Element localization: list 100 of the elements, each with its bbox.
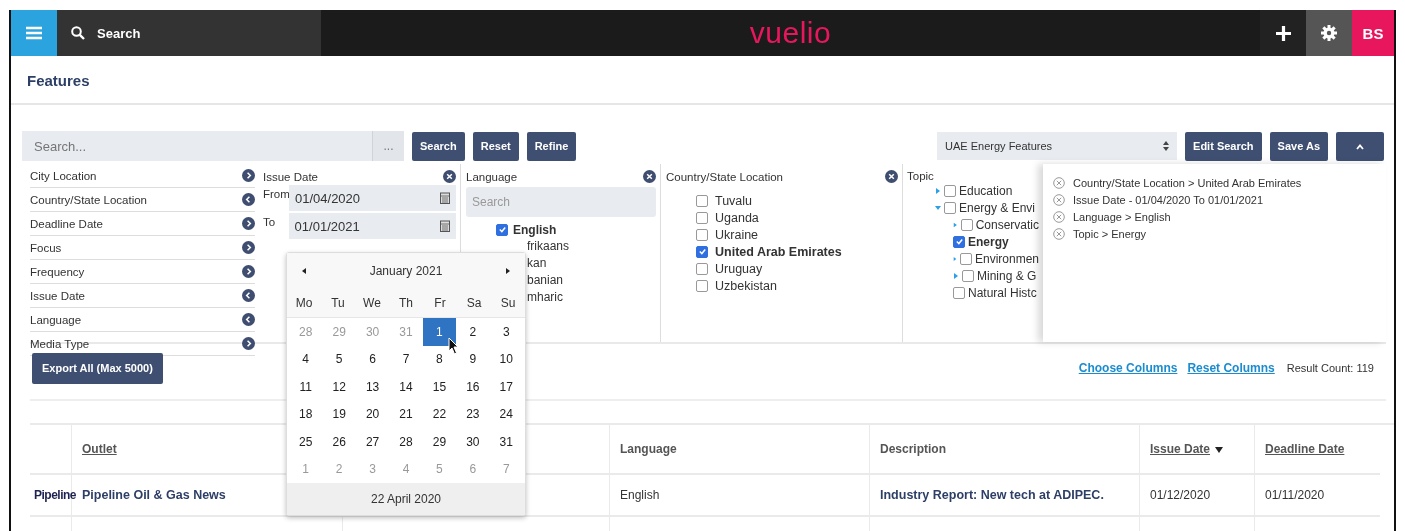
facet-item[interactable]: Issue Date: [30, 289, 85, 302]
calendar-day[interactable]: 25: [289, 428, 323, 456]
checkbox[interactable]: [696, 245, 708, 258]
triangle-right-icon[interactable]: [935, 187, 941, 194]
previous-icon[interactable]: [301, 268, 307, 274]
column-header[interactable]: Deadline Date: [1265, 442, 1345, 456]
list-item[interactable]: frikaans: [527, 239, 570, 253]
list-item[interactable]: banian: [527, 273, 564, 287]
chevron-left-icon[interactable]: [242, 313, 255, 326]
facet-item[interactable]: Focus: [30, 241, 62, 254]
checkbox[interactable]: [962, 269, 974, 282]
checkbox[interactable]: [696, 228, 708, 241]
remove-icon[interactable]: [1053, 176, 1065, 189]
calendar-day[interactable]: 28: [389, 428, 423, 456]
action-button[interactable]: Refine: [526, 131, 577, 161]
tree-item[interactable]: Energy & Envi: [959, 200, 1036, 215]
checkbox[interactable]: [696, 279, 708, 292]
next-icon[interactable]: [505, 268, 511, 274]
list-item[interactable]: Ukraine: [715, 227, 759, 242]
calendar-day[interactable]: 16: [456, 373, 490, 401]
calendar-day[interactable]: 5: [322, 345, 356, 373]
calendar-icon[interactable]: [440, 220, 450, 232]
action-button[interactable]: Edit Search: [1185, 131, 1262, 161]
checkbox[interactable]: [953, 286, 965, 299]
menu-button[interactable]: [11, 10, 57, 56]
facet-item[interactable]: Country/State Location: [30, 193, 147, 206]
facet-item[interactable]: City Location: [30, 169, 97, 182]
calendar-day[interactable]: 9: [456, 345, 490, 373]
add-button[interactable]: [1260, 10, 1306, 56]
checkbox[interactable]: [959, 252, 972, 265]
link[interactable]: Choose Columns: [1078, 361, 1178, 375]
chevron-right-icon[interactable]: [242, 241, 255, 254]
calendar-day[interactable]: 1: [422, 318, 457, 346]
calendar-day[interactable]: 29: [422, 428, 457, 456]
calendar-icon[interactable]: [440, 192, 450, 204]
calendar-day[interactable]: 27: [355, 428, 390, 456]
calendar-day[interactable]: 17: [489, 373, 523, 401]
close-icon[interactable]: [443, 170, 456, 183]
today-button[interactable]: 22 April 2020: [287, 483, 525, 515]
chevron-right-icon[interactable]: [242, 217, 255, 230]
checkbox[interactable]: [696, 262, 708, 275]
calendar-day[interactable]: 3: [489, 318, 523, 346]
checkbox[interactable]: [696, 194, 708, 207]
chevron-right-icon[interactable]: [242, 265, 255, 278]
tree-item[interactable]: Natural Histc: [968, 285, 1037, 300]
user-avatar[interactable]: BS: [1352, 10, 1394, 56]
tree-item[interactable]: Mining & G: [977, 268, 1037, 283]
calendar-day[interactable]: 10: [489, 345, 523, 373]
facet-item[interactable]: Language: [30, 313, 82, 326]
link[interactable]: Reset Columns: [1187, 361, 1275, 375]
saved-search-select[interactable]: UAE Energy Features: [937, 132, 1178, 160]
calendar-day[interactable]: 13: [355, 373, 390, 401]
list-item[interactable]: United Arab Emirates: [715, 244, 842, 259]
chevron-right-icon[interactable]: [242, 337, 255, 350]
calendar-day[interactable]: 4: [289, 345, 323, 373]
triangle-right-icon[interactable]: [953, 255, 957, 262]
action-button[interactable]: Search: [412, 131, 465, 161]
list-item[interactable]: mharic: [527, 290, 563, 304]
calendar-day[interactable]: 6: [355, 345, 390, 373]
calendar-day[interactable]: 20: [355, 400, 390, 428]
action-button[interactable]: Save As: [1269, 131, 1328, 161]
date-field[interactable]: 01/04/2020: [289, 185, 456, 211]
remove-icon[interactable]: [1053, 227, 1065, 240]
chevron-right-icon[interactable]: [242, 169, 255, 182]
date-field[interactable]: 01/01/2021: [288, 213, 456, 239]
calendar-day[interactable]: 31: [489, 428, 523, 456]
tree-item[interactable]: Environmen: [974, 251, 1039, 266]
triangle-right-icon[interactable]: [953, 272, 959, 279]
calendar-day[interactable]: 26: [322, 428, 356, 456]
tree-item[interactable]: Education: [959, 183, 1013, 198]
checkbox[interactable]: [696, 211, 708, 224]
remove-icon[interactable]: [1053, 193, 1065, 206]
triangle-right-icon[interactable]: [953, 221, 958, 228]
list-item[interactable]: Uruguay: [715, 261, 763, 276]
calendar-day[interactable]: 7: [389, 345, 423, 373]
search-field[interactable]: Search: [57, 10, 321, 56]
tree-item[interactable]: Energy: [968, 234, 1009, 249]
more-button[interactable]: ...: [372, 131, 404, 161]
list-item[interactable]: Tuvalu: [715, 193, 753, 208]
calendar-day[interactable]: 12: [322, 373, 356, 401]
calendar-day[interactable]: 14: [389, 373, 423, 401]
checkbox[interactable]: [496, 223, 508, 236]
facet-item[interactable]: Deadline Date: [30, 217, 103, 230]
calendar-day[interactable]: 21: [389, 400, 423, 428]
column-header[interactable]: Issue Date: [1150, 442, 1224, 456]
search-field[interactable]: Search... ...: [22, 131, 404, 161]
action-button[interactable]: Reset: [472, 131, 519, 161]
calendar-day[interactable]: 8: [422, 345, 457, 373]
calendar-day[interactable]: 18: [289, 400, 323, 428]
collapse-button[interactable]: [1336, 131, 1384, 161]
column-header[interactable]: Outlet: [82, 442, 117, 456]
remove-icon[interactable]: [1053, 210, 1065, 223]
calendar-day[interactable]: 2: [456, 318, 490, 346]
triangle-down-icon[interactable]: [935, 204, 941, 211]
calendar-day[interactable]: 23: [456, 400, 490, 428]
close-icon[interactable]: [643, 170, 656, 183]
chevron-left-icon[interactable]: [242, 193, 255, 206]
settings-button[interactable]: [1306, 10, 1352, 56]
calendar-day[interactable]: 11: [289, 373, 323, 401]
calendar-day[interactable]: 22: [422, 400, 457, 428]
